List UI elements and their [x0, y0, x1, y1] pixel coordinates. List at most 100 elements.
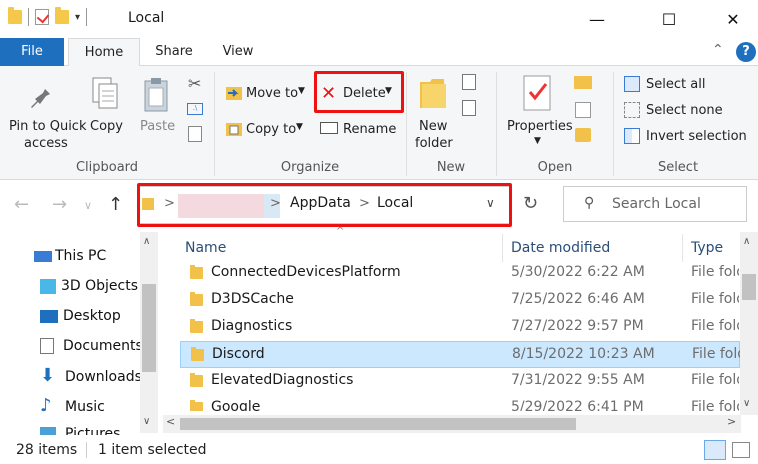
picture-icon [40, 427, 56, 435]
recent-locations-icon[interactable]: ∨ [84, 199, 92, 212]
refresh-icon[interactable]: ↻ [523, 193, 538, 214]
sidebar-item-label: This PC [55, 248, 107, 264]
sidebar-item-label: Desktop [63, 308, 121, 324]
title-bar: ▾ Local — ☐ ✕ [0, 0, 758, 38]
cube-icon [40, 278, 56, 294]
properties-icon [523, 75, 551, 111]
paste-button[interactable]: Paste [140, 119, 175, 134]
paste-shortcut-icon[interactable] [188, 126, 202, 142]
select-all-button[interactable]: Select all [646, 77, 705, 92]
sidebar-item-3d-objects[interactable]: 3D Objects [40, 278, 138, 294]
scroll-down-icon[interactable]: ∨ [743, 398, 750, 409]
new-folder-label-line2: folder [415, 136, 453, 151]
sidebar-item-this-pc[interactable]: This PC [34, 248, 106, 264]
scroll-up-icon[interactable]: ∧ [743, 236, 750, 247]
easy-access-icon[interactable] [462, 100, 476, 116]
window-title: Local [128, 10, 165, 26]
tab-view[interactable]: View [212, 38, 264, 66]
file-name: Diagnostics [211, 318, 293, 334]
select-all-icon [624, 76, 640, 92]
maximize-button[interactable]: ☐ [646, 0, 692, 38]
new-folder-quick-icon[interactable] [55, 7, 69, 24]
file-name: ElevatedDiagnostics [211, 372, 354, 388]
select-none-button[interactable]: Select none [646, 103, 723, 118]
file-explorer-window: ▾ Local — ☐ ✕ File Home Share View ⌃ ? P… [0, 0, 758, 464]
delete-x-icon: ✕ [321, 83, 337, 104]
file-name: Discord [212, 346, 265, 362]
sidebar-item-music[interactable]: ♪ Music [40, 397, 105, 416]
scroll-down-icon[interactable]: ∨ [143, 416, 150, 427]
pin-to-quick-access-button[interactable]: Pin to Quick [9, 119, 86, 134]
file-name: ConnectedDevicesPlatform [211, 264, 401, 280]
new-item-icon[interactable] [462, 74, 476, 90]
divider[interactable] [682, 234, 683, 262]
table-row[interactable]: Discord 8/15/2022 10:23 AM File folder [180, 341, 740, 368]
column-date-modified[interactable]: Date modified [511, 240, 610, 256]
edit-icon[interactable] [575, 102, 591, 118]
sidebar-item-label: Downloads [65, 369, 142, 385]
back-arrow-icon[interactable]: ← [14, 194, 29, 215]
copy-to-button[interactable]: Copy to [246, 122, 296, 137]
copy-path-icon[interactable]: .\ [187, 103, 203, 115]
file-type: File folder [691, 372, 739, 388]
table-row[interactable]: Diagnostics 7/27/2022 9:57 PM File folder [180, 314, 740, 341]
file-type: File folder [691, 318, 739, 334]
tab-share[interactable]: Share [148, 38, 200, 66]
folder-icon [190, 265, 203, 279]
sidebar-item-pictures[interactable]: Pictures [40, 426, 120, 435]
up-arrow-icon[interactable]: ↑ [108, 194, 123, 215]
large-icons-view-icon[interactable] [732, 442, 750, 458]
quick-access-toolbar: ▾ [8, 7, 88, 26]
properties-button[interactable]: Properties [507, 119, 573, 134]
clipboard-group-label: Clipboard [75, 160, 139, 175]
divider [86, 442, 87, 458]
properties-quick-icon[interactable] [35, 9, 49, 25]
file-list-scrollbar[interactable] [740, 232, 758, 415]
invert-selection-button[interactable]: Invert selection [646, 129, 747, 144]
rename-button[interactable]: Rename [343, 122, 396, 137]
minimize-button[interactable]: — [574, 0, 620, 38]
file-date: 5/29/2022 6:41 PM [511, 399, 644, 411]
delete-button[interactable]: Delete [343, 86, 386, 101]
column-header: Name Date modified Type [180, 234, 740, 262]
table-row[interactable]: ElevatedDiagnostics 7/31/2022 9:55 AM File… [180, 368, 740, 395]
scroll-left-icon[interactable]: < [166, 415, 175, 428]
move-to-button[interactable]: Move to [246, 86, 298, 101]
copy-icon [92, 77, 118, 109]
copy-button[interactable]: Copy [90, 119, 123, 134]
table-row[interactable]: ConnectedDevicesPlatform 5/30/2022 6:22 A… [180, 260, 740, 287]
scroll-right-icon[interactable]: > [727, 415, 736, 428]
divider[interactable] [502, 234, 503, 262]
close-button[interactable]: ✕ [710, 0, 756, 38]
tab-home[interactable]: Home [68, 38, 140, 67]
help-icon[interactable]: ? [736, 42, 756, 62]
history-icon[interactable] [575, 128, 591, 142]
column-name[interactable]: Name [185, 240, 226, 256]
collapse-ribbon-icon[interactable]: ⌃ [712, 42, 724, 58]
desktop-icon [40, 309, 58, 323]
file-list-scrollbar-thumb[interactable] [742, 274, 756, 300]
move-to-icon [226, 87, 242, 100]
forward-arrow-icon[interactable]: → [52, 194, 67, 215]
table-row[interactable]: D3DSCache 7/25/2022 6:46 AM File folder [180, 287, 740, 314]
search-input[interactable]: Search Local [612, 196, 701, 212]
scroll-up-icon[interactable]: ∧ [143, 236, 150, 247]
cut-icon[interactable]: ✂ [188, 74, 201, 93]
customize-toolbar-icon[interactable]: ▾ [75, 12, 80, 23]
file-name: Google [211, 399, 261, 411]
tab-file[interactable]: File [0, 38, 64, 66]
horizontal-scrollbar-thumb[interactable] [180, 418, 576, 430]
details-view-icon[interactable] [704, 440, 726, 460]
pin-icon [31, 82, 50, 108]
column-type[interactable]: Type [691, 240, 723, 256]
open-icon[interactable] [574, 76, 592, 89]
table-row[interactable]: Google 5/29/2022 6:41 PM File folder [180, 395, 740, 411]
file-date: 7/31/2022 9:55 AM [511, 372, 645, 388]
sidebar-item-desktop[interactable]: Desktop [40, 308, 121, 324]
folder-icon [190, 319, 203, 333]
file-date: 5/30/2022 6:22 AM [511, 264, 645, 280]
sidebar-item-documents[interactable]: Documents [40, 338, 143, 354]
sidebar-item-downloads[interactable]: ⬇ Downloads [40, 367, 142, 386]
new-folder-button[interactable]: New [419, 119, 447, 134]
sidebar-scrollbar-thumb[interactable] [142, 284, 156, 372]
